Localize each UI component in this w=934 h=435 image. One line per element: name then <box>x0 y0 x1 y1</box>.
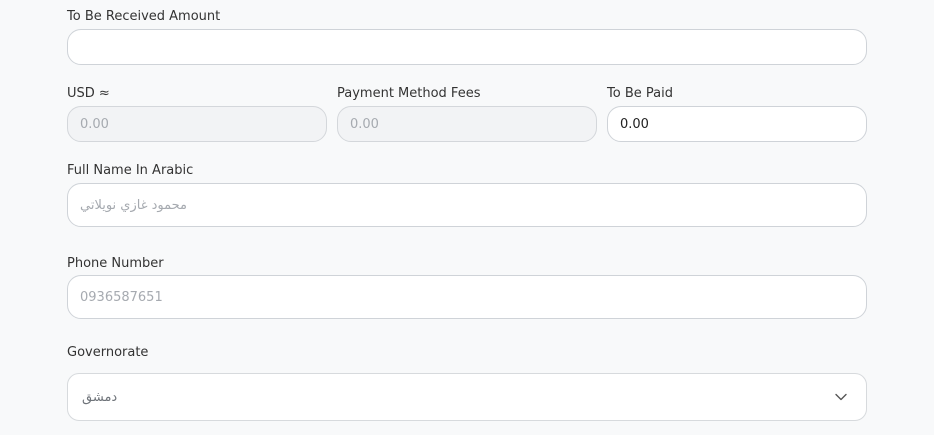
full-name-label: Full Name In Arabic <box>67 163 194 178</box>
governorate-select[interactable]: دمشق <box>67 373 867 421</box>
governorate-label: Governorate <box>67 345 149 360</box>
phone-label: Phone Number <box>67 256 164 271</box>
to-be-paid-input[interactable] <box>607 106 867 142</box>
phone-input[interactable] <box>67 275 867 319</box>
governorate-selected-value: دمشق <box>82 389 118 405</box>
fees-label: Payment Method Fees <box>337 86 481 101</box>
full-name-input[interactable] <box>67 183 867 227</box>
fees-input <box>337 106 597 142</box>
received-amount-label: To Be Received Amount <box>67 9 221 24</box>
chevron-down-icon <box>834 390 848 404</box>
usd-input <box>67 106 327 142</box>
usd-label: USD ≈ <box>67 86 110 101</box>
to-be-paid-label: To Be Paid <box>607 86 673 101</box>
received-amount-input[interactable] <box>67 29 867 65</box>
